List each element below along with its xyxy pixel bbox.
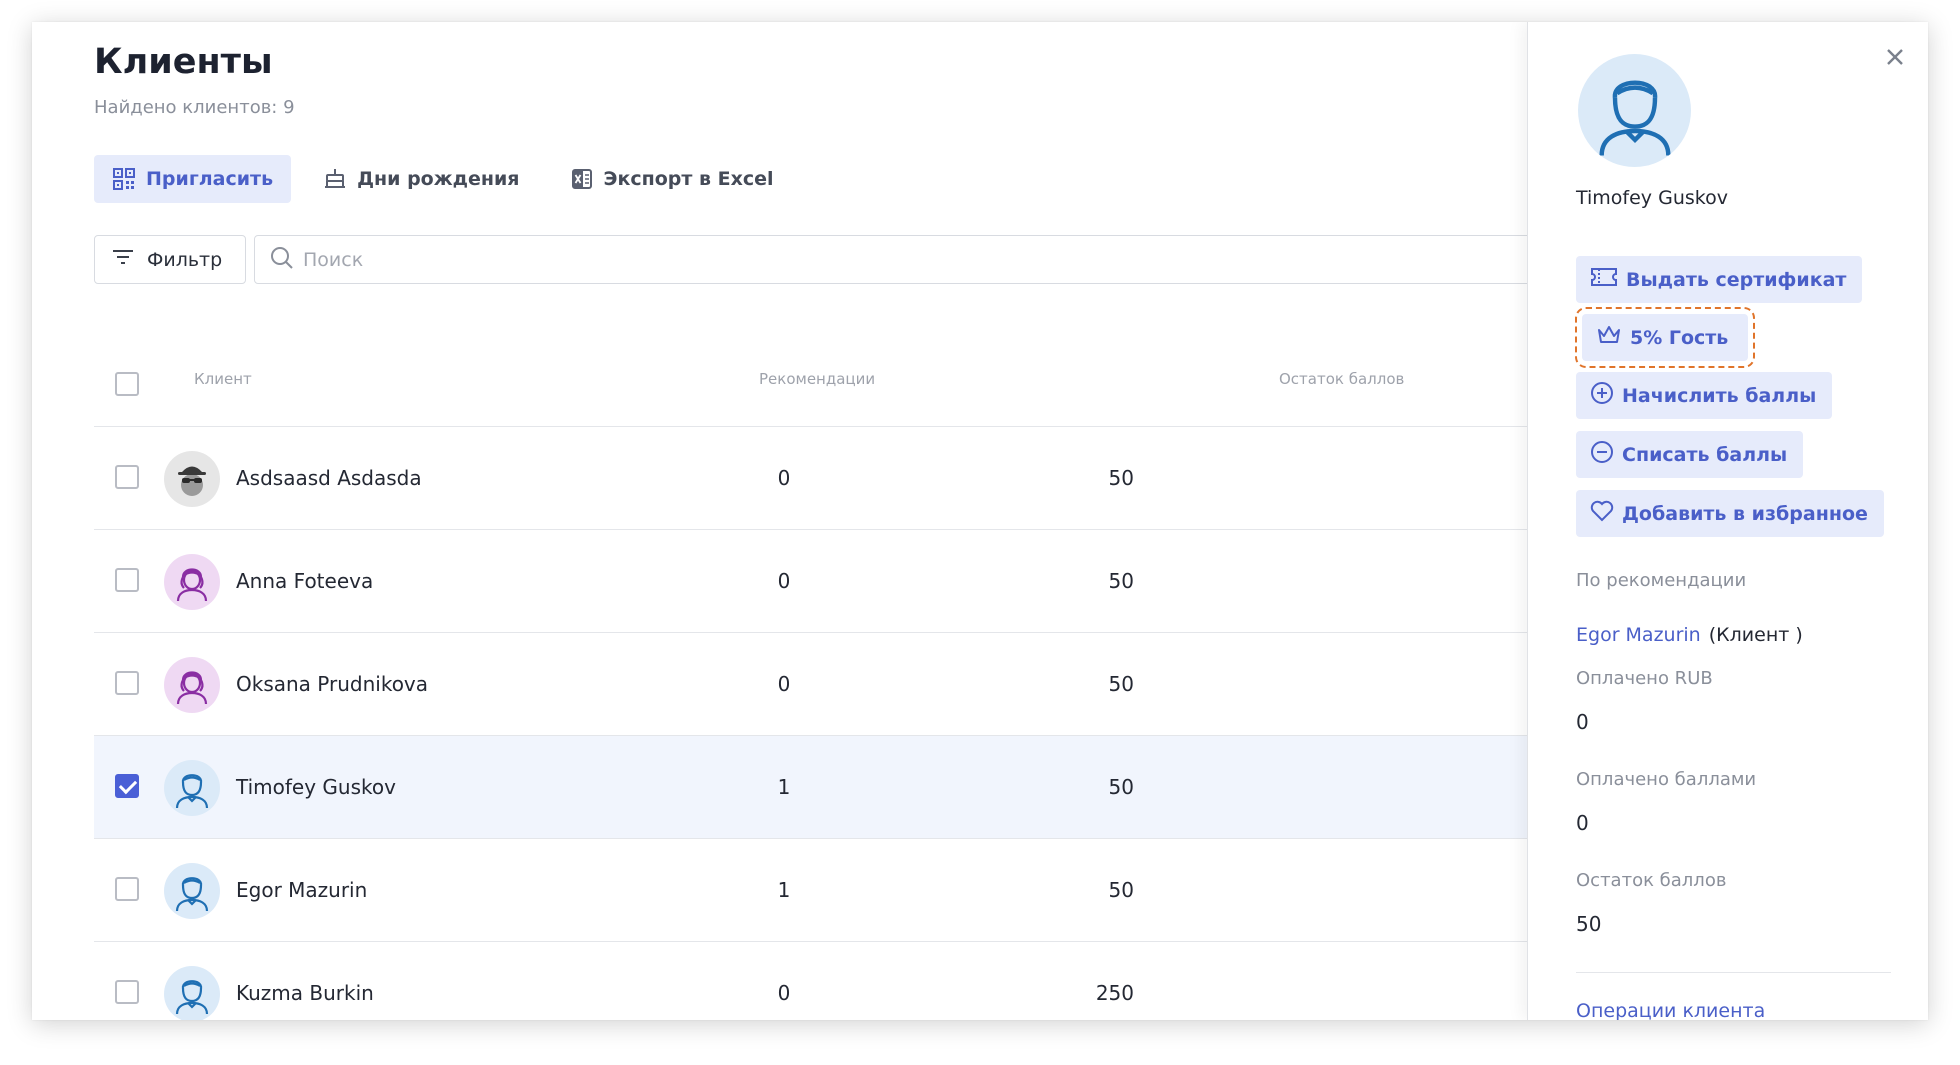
heart-icon	[1590, 500, 1614, 527]
client-balance: 50	[1108, 775, 1134, 799]
column-recommendations[interactable]: Рекомендации	[759, 370, 875, 388]
client-name[interactable]: Anna Foteeva	[236, 569, 373, 593]
add-favorite-label: Добавить в избранное	[1622, 502, 1868, 525]
qr-code-icon	[112, 167, 136, 191]
divider	[1576, 972, 1891, 973]
referral-line: Egor Mazurin (Клиент )	[1576, 624, 1803, 646]
ticket-icon	[1590, 266, 1618, 293]
client-balance: 50	[1108, 569, 1134, 593]
paid-points-label: Оплачено баллами	[1576, 769, 1757, 790]
paid-points-value: 0	[1576, 811, 1589, 835]
client-recommendations: 0	[777, 466, 791, 490]
client-recommendations: 0	[777, 981, 791, 1005]
referral-client-link[interactable]: Egor Mazurin	[1576, 624, 1701, 646]
export-excel-button[interactable]: Экспорт в Excel	[552, 155, 792, 203]
search-icon	[269, 245, 295, 275]
toolbar: Пригласить Дни рождения Экспорт в Excel	[94, 155, 792, 203]
invite-button[interactable]: Пригласить	[94, 155, 292, 203]
clients-count: Найдено клиентов: 9	[94, 97, 295, 118]
invite-label: Пригласить	[146, 168, 274, 190]
loyalty-level-label: 5% Гость	[1630, 326, 1729, 349]
client-balance: 50	[1108, 466, 1134, 490]
column-client[interactable]: Клиент	[194, 370, 252, 388]
table-row[interactable]: Kuzma Burkin 0 250	[94, 942, 1527, 1020]
table-row[interactable]: Egor Mazurin 1 50	[94, 839, 1527, 942]
birthdays-label: Дни рождения	[357, 168, 520, 190]
column-balance[interactable]: Остаток баллов	[1279, 370, 1404, 388]
client-balance: 50	[1108, 878, 1134, 902]
deduct-points-button[interactable]: Списать баллы	[1576, 431, 1804, 478]
table-row[interactable]: Anna Foteeva 0 50	[94, 530, 1527, 633]
plus-circle-icon	[1590, 381, 1614, 410]
clients-table: Клиент Рекомендации Остаток баллов Asdsa…	[94, 332, 1527, 1020]
female-avatar-icon	[164, 657, 220, 713]
filter-label: Фильтр	[147, 248, 223, 271]
row-checkbox[interactable]	[115, 980, 139, 1004]
row-checkbox[interactable]	[115, 465, 139, 489]
client-name[interactable]: Kuzma Burkin	[236, 981, 374, 1005]
loyalty-level-button[interactable]: 5% Гость	[1574, 307, 1756, 368]
deduct-points-label: Списать баллы	[1622, 443, 1788, 466]
client-name[interactable]: Asdsaasd Asdasda	[236, 466, 422, 490]
client-balance: 250	[1095, 981, 1134, 1005]
search-box	[254, 235, 1554, 284]
referral-label: По рекомендации	[1576, 570, 1747, 591]
minus-circle-icon	[1590, 440, 1614, 469]
filter-button[interactable]: Фильтр	[94, 235, 246, 284]
client-operations-link[interactable]: Операции клиента	[1576, 1000, 1765, 1020]
page-title: Клиенты	[94, 42, 273, 82]
row-checkbox[interactable]	[115, 568, 139, 592]
client-name[interactable]: Timofey Guskov	[236, 775, 396, 799]
client-name[interactable]: Oksana Prudnikova	[236, 672, 428, 696]
close-icon[interactable]	[1880, 42, 1910, 72]
search-input[interactable]	[303, 248, 1303, 271]
row-checkbox[interactable]	[115, 671, 139, 695]
balance-value: 50	[1576, 912, 1602, 936]
client-name[interactable]: Egor Mazurin	[236, 878, 367, 902]
birthdays-button[interactable]: Дни рождения	[305, 155, 537, 203]
client-detail-panel: Timofey Guskov Выдать сертификат 5% Гост…	[1527, 22, 1928, 1020]
client-recommendations: 1	[777, 775, 791, 799]
table-row[interactable]: Oksana Prudnikova 0 50	[94, 633, 1527, 736]
export-label: Экспорт в Excel	[603, 168, 774, 190]
issue-certificate-button[interactable]: Выдать сертификат	[1576, 256, 1863, 303]
cake-icon	[323, 167, 347, 191]
male-avatar-icon	[164, 760, 220, 816]
male-avatar-icon	[1578, 54, 1691, 167]
clients-main: Клиенты Найдено клиентов: 9 Пригласить Д…	[32, 22, 1554, 1020]
table-header: Клиент Рекомендации Остаток баллов	[94, 332, 1527, 427]
table-row[interactable]: Asdsaasd Asdasda 0 50	[94, 427, 1527, 530]
add-favorite-button[interactable]: Добавить в избранное	[1576, 490, 1884, 537]
male-avatar-icon	[164, 966, 220, 1020]
female-avatar-icon	[164, 554, 220, 610]
paid-rub-label: Оплачено RUB	[1576, 668, 1713, 689]
table-row-selected[interactable]: Timofey Guskov 1 50	[94, 736, 1527, 839]
incognito-avatar-icon	[164, 451, 220, 507]
paid-rub-value: 0	[1576, 710, 1589, 734]
filter-icon	[111, 247, 135, 272]
client-recommendations: 0	[777, 569, 791, 593]
client-recommendations: 0	[777, 672, 791, 696]
row-checkbox[interactable]	[115, 877, 139, 901]
referral-role: (Клиент )	[1708, 624, 1803, 646]
issue-certificate-label: Выдать сертификат	[1626, 268, 1847, 291]
app-window: Клиенты Найдено клиентов: 9 Пригласить Д…	[32, 22, 1928, 1020]
balance-label: Остаток баллов	[1576, 870, 1727, 891]
client-full-name: Timofey Guskov	[1576, 187, 1728, 209]
select-all-checkbox[interactable]	[115, 372, 139, 396]
client-balance: 50	[1108, 672, 1134, 696]
accrue-points-button[interactable]: Начислить баллы	[1576, 372, 1833, 419]
accrue-points-label: Начислить баллы	[1622, 384, 1817, 407]
excel-icon	[570, 167, 594, 191]
male-avatar-icon	[164, 863, 220, 919]
client-recommendations: 1	[777, 878, 791, 902]
row-checkbox-checked[interactable]	[115, 774, 139, 798]
crown-icon	[1596, 324, 1622, 351]
